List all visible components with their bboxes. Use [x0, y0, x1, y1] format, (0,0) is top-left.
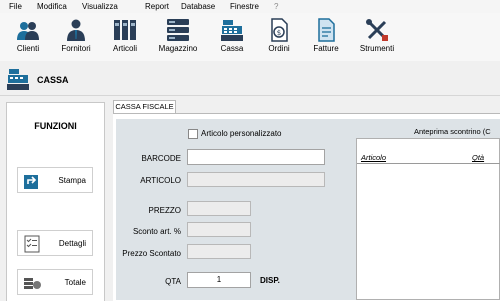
print-button-label: Stampa	[58, 176, 86, 185]
toolbar-label: Cassa	[220, 44, 244, 53]
suppliers-icon	[67, 19, 85, 41]
functions-panel: FUNZIONI Stampa Dettagli Totale	[6, 102, 105, 301]
toolbar-fornitori-button[interactable]: Fornitori	[57, 18, 95, 53]
menu-visualizza[interactable]: Visualizza	[82, 2, 118, 11]
toolbar-label: Clienti	[16, 44, 40, 53]
discounted-price-label: Prezzo Scontato	[122, 249, 181, 258]
details-button-label: Dettagli	[58, 239, 86, 248]
menu-file[interactable]: File	[9, 2, 22, 11]
qty-label: QTA	[165, 277, 181, 286]
menu-finestre[interactable]: Finestre	[230, 2, 259, 11]
menu-bar: File Modifica Visualizza Report Database…	[0, 0, 500, 13]
menu-database[interactable]: Database	[181, 2, 215, 11]
total-button-label: Totale	[64, 278, 86, 287]
window-title-bar: CASSA	[0, 61, 500, 96]
toolbar-label: Ordini	[268, 44, 290, 53]
cash-register-icon	[7, 69, 29, 90]
price-input[interactable]	[187, 201, 251, 216]
toolbar-label: Magazzino	[158, 44, 198, 53]
receipt-preview-title: Anteprima scontrino (C	[414, 127, 491, 136]
price-label: PREZZO	[148, 206, 181, 215]
toolbar-fatture-button[interactable]: Fatture	[309, 18, 343, 53]
qty-input[interactable]: 1	[187, 272, 251, 288]
menu-help[interactable]: ?	[274, 2, 278, 11]
article-label: ARTICOLO	[140, 176, 181, 185]
custom-article-label: Articolo personalizzato	[201, 129, 282, 138]
details-button[interactable]: Dettagli	[17, 230, 93, 256]
toolbar-cassa-button[interactable]: Cassa	[218, 18, 246, 53]
total-button[interactable]: Totale	[17, 269, 93, 295]
clients-icon	[17, 22, 39, 40]
functions-title: FUNZIONI	[34, 121, 77, 131]
toolbar-label: Strumenti	[359, 44, 395, 53]
toolbar-clienti-button[interactable]: Clienti	[12, 18, 44, 53]
col-header-article: Articolo	[361, 153, 387, 162]
print-button[interactable]: Stampa	[17, 167, 93, 193]
toolbar-articoli-button[interactable]: Articoli	[108, 18, 142, 53]
barcode-input[interactable]	[187, 149, 325, 165]
toolbar-label: Fornitori	[61, 44, 91, 53]
cash-register-icon	[221, 20, 243, 41]
discount-input[interactable]	[187, 222, 251, 237]
invoices-icon	[318, 18, 335, 42]
grid-header-divider	[357, 163, 500, 164]
menu-report[interactable]: Report	[145, 2, 169, 11]
main-toolbar: Clienti Fornitori Articoli Magazzino Cas…	[0, 13, 500, 61]
toolbar-label: Articoli	[112, 44, 137, 53]
details-icon	[24, 235, 40, 253]
warehouse-icon	[167, 19, 189, 41]
toolbar-magazzino-button[interactable]: Magazzino	[156, 18, 200, 53]
orders-icon: $	[271, 18, 288, 42]
window-title: CASSA	[37, 75, 69, 85]
print-icon	[24, 175, 38, 189]
col-header-qty: Qtà	[472, 153, 485, 162]
tools-icon	[366, 19, 388, 41]
receipt-preview-grid: Articolo Qtà	[356, 138, 500, 300]
articles-icon	[114, 20, 136, 40]
toolbar-ordini-button[interactable]: $ Ordini	[264, 18, 294, 53]
article-input[interactable]	[187, 172, 325, 187]
toolbar-label: Fatture	[313, 44, 339, 53]
availability-label: DISP.	[260, 276, 280, 285]
discount-label: Sconto art. %	[132, 227, 181, 236]
tab-cassa-fiscale[interactable]: CASSA FISCALE	[113, 100, 176, 113]
menu-modifica[interactable]: Modifica	[37, 2, 67, 11]
toolbar-strumenti-button[interactable]: Strumenti	[355, 18, 399, 53]
discounted-price-input[interactable]	[187, 244, 251, 259]
barcode-label: BARCODE	[141, 154, 181, 163]
custom-article-checkbox[interactable]	[188, 129, 198, 139]
total-icon	[24, 278, 41, 289]
svg-text:$: $	[277, 29, 281, 37]
